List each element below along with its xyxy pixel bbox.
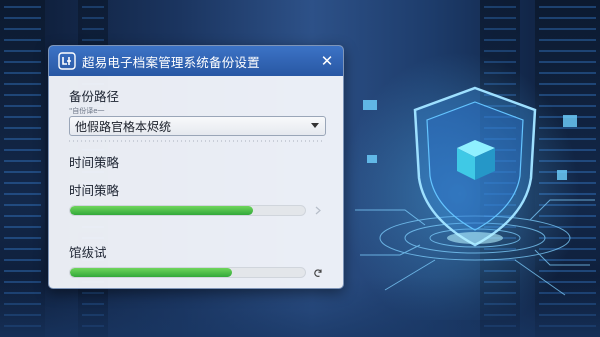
- chevron-right-icon[interactable]: [313, 206, 323, 216]
- dialog-title: 超易电子档案管理系统备份设置: [82, 54, 260, 70]
- test-progress-bar[interactable]: [69, 267, 306, 278]
- dialog-titlebar[interactable]: 超易电子档案管理系统备份设置 ✕: [49, 46, 343, 76]
- chevron-down-icon: [311, 123, 319, 128]
- backup-path-value: 他假路官格本烬统: [75, 119, 172, 134]
- time-strategy-header: 时间策略: [69, 155, 120, 170]
- test-label: 馆绂试: [69, 245, 107, 260]
- security-shield-illustration: [355, 86, 595, 296]
- close-icon[interactable]: ✕: [319, 53, 335, 69]
- time-strategy-label: 时间策略: [69, 183, 120, 198]
- test-progress-fill: [70, 268, 233, 277]
- time-strategy-progress-bar[interactable]: [69, 205, 307, 216]
- backup-path-label: 备份路径: [69, 89, 120, 104]
- backup-settings-dialog: 超易电子档案管理系统备份设置 ✕ 备份路径 "自份译e一 他假路官格本烬统 时间…: [48, 45, 344, 289]
- backup-path-select[interactable]: 他假路官格本烬统: [69, 116, 326, 136]
- refresh-icon[interactable]: [313, 268, 323, 278]
- app-logo-icon: [58, 52, 76, 70]
- time-strategy-progress-fill: [70, 206, 254, 215]
- backup-path-sublabel: "自份译e一: [69, 107, 105, 115]
- dotted-divider: [69, 140, 324, 142]
